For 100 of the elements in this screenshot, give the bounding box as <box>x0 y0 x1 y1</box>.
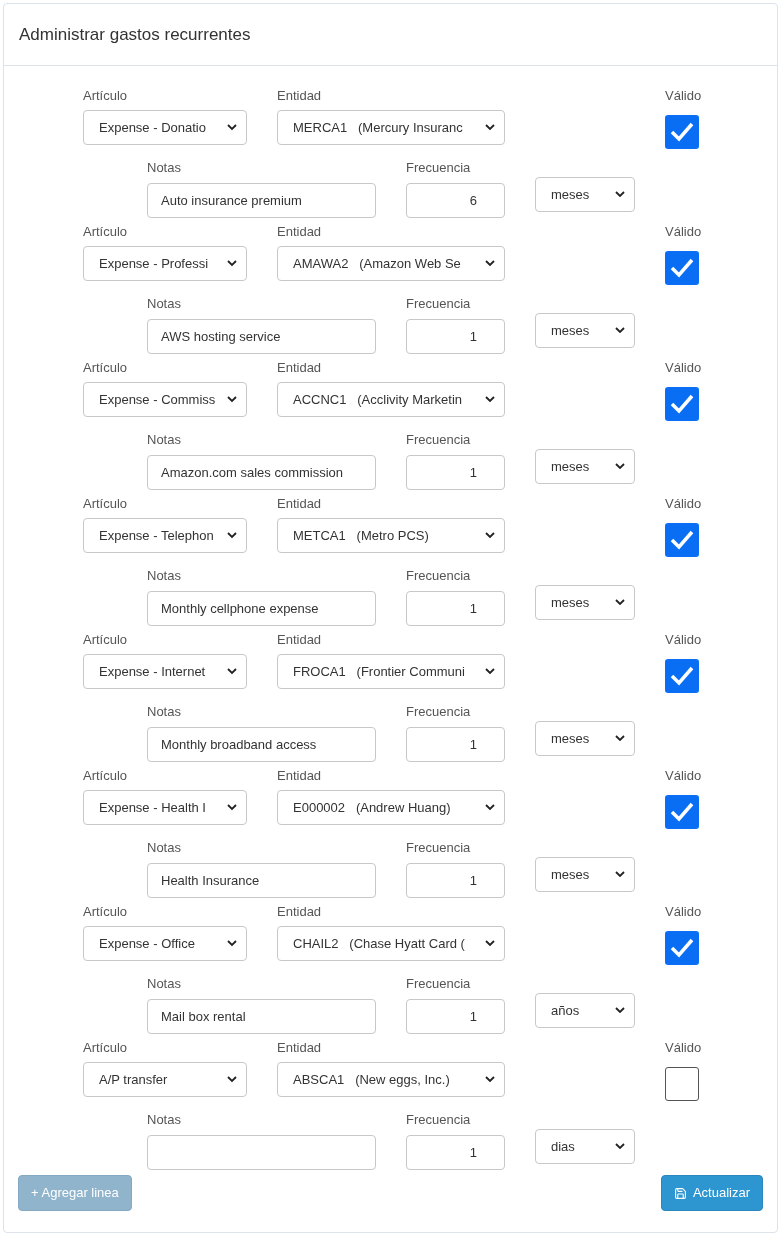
frequency-field[interactable]: 1 <box>406 727 505 762</box>
entity-select[interactable]: CHAIL2 (Chase Hyatt Card ( <box>277 926 505 961</box>
field-label: Artículo <box>83 87 128 105</box>
chevron-down-icon <box>485 804 495 811</box>
chevron-down-icon <box>227 532 237 539</box>
entity-select[interactable]: FROCA1 (Frontier Communi <box>277 654 505 689</box>
unit-select[interactable]: meses <box>535 721 635 756</box>
chevron-down-icon <box>615 735 625 742</box>
notes-field[interactable]: Health Insurance <box>147 863 376 898</box>
item-select[interactable]: Expense - Professi <box>83 246 247 281</box>
chevron-down-icon <box>485 532 495 539</box>
entity-select[interactable]: E000002 (Andrew Huang) <box>277 790 505 825</box>
field-label: Válido <box>665 223 702 241</box>
chevron-down-icon <box>615 1143 625 1150</box>
checkmark-icon <box>670 666 694 686</box>
field-label: Válido <box>665 495 702 513</box>
chevron-down-icon <box>485 668 495 675</box>
unit-select[interactable]: meses <box>535 585 635 620</box>
unit-select[interactable]: meses <box>535 449 635 484</box>
field-label: Entidad <box>277 1039 322 1057</box>
item-select[interactable]: Expense - Telephon <box>83 518 247 553</box>
valid-checkbox[interactable] <box>665 795 699 829</box>
notes-field[interactable]: Monthly broadband access <box>147 727 376 762</box>
valid-checkbox[interactable] <box>665 251 699 285</box>
notes-field[interactable]: AWS hosting service <box>147 319 376 354</box>
field-label: Frecuencia <box>406 159 471 177</box>
field-label: Entidad <box>277 87 322 105</box>
item-select[interactable]: A/P transfer <box>83 1062 247 1097</box>
checkmark-icon <box>670 122 694 142</box>
frequency-field[interactable]: 1 <box>406 455 505 490</box>
field-label: Notas <box>147 431 181 449</box>
field-label: Entidad <box>277 631 322 649</box>
field-label: Notas <box>147 703 181 721</box>
chevron-down-icon <box>227 940 237 947</box>
item-select[interactable]: Expense - Donatio <box>83 110 247 145</box>
field-label: Entidad <box>277 767 322 785</box>
chevron-down-icon <box>485 396 495 403</box>
frequency-field[interactable]: 1 <box>406 999 505 1034</box>
valid-checkbox[interactable] <box>665 387 699 421</box>
frequency-field[interactable]: 1 <box>406 1135 505 1170</box>
field-label: Artículo <box>83 1039 128 1057</box>
field-label: Válido <box>665 87 702 105</box>
item-select[interactable]: Expense - Internet <box>83 654 247 689</box>
field-label: Notas <box>147 159 181 177</box>
unit-select[interactable]: meses <box>535 177 635 212</box>
notes-field[interactable]: Auto insurance premium <box>147 183 376 218</box>
entity-select[interactable]: METCA1 (Metro PCS) <box>277 518 505 553</box>
field-label: Notas <box>147 295 181 313</box>
unit-select[interactable]: meses <box>535 313 635 348</box>
notes-field[interactable]: Amazon.com sales commission <box>147 455 376 490</box>
frequency-field[interactable]: 1 <box>406 319 505 354</box>
chevron-down-icon <box>485 940 495 947</box>
checkmark-icon <box>670 394 694 414</box>
field-label: Notas <box>147 839 181 857</box>
item-select[interactable]: Expense - Health I <box>83 790 247 825</box>
valid-checkbox[interactable] <box>665 523 699 557</box>
chevron-down-icon <box>615 191 625 198</box>
entity-select[interactable]: ABSCA1 (New eggs, Inc.) <box>277 1062 505 1097</box>
frequency-field[interactable]: 1 <box>406 591 505 626</box>
checkmark-icon <box>670 258 694 278</box>
item-select[interactable]: Expense - Commiss <box>83 382 247 417</box>
chevron-down-icon <box>227 396 237 403</box>
valid-checkbox[interactable] <box>665 1067 699 1101</box>
field-label: Frecuencia <box>406 975 471 993</box>
notes-field[interactable]: Mail box rental <box>147 999 376 1034</box>
field-label: Artículo <box>83 495 128 513</box>
field-label: Frecuencia <box>406 295 471 313</box>
entity-select[interactable]: MERCA1 (Mercury Insuranc <box>277 110 505 145</box>
chevron-down-icon <box>615 1007 625 1014</box>
item-select[interactable]: Expense - Office <box>83 926 247 961</box>
panel-title: Administrar gastos recurrentes <box>19 23 251 46</box>
field-label: Notas <box>147 975 181 993</box>
chevron-down-icon <box>485 124 495 131</box>
unit-select[interactable]: dias <box>535 1129 635 1164</box>
field-label: Entidad <box>277 495 322 513</box>
chevron-down-icon <box>227 668 237 675</box>
chevron-down-icon <box>227 124 237 131</box>
chevron-down-icon <box>615 599 625 606</box>
valid-checkbox[interactable] <box>665 115 699 149</box>
entity-select[interactable]: AMAWA2 (Amazon Web Se <box>277 246 505 281</box>
save-icon <box>673 1186 687 1200</box>
chevron-down-icon <box>615 871 625 878</box>
entity-select[interactable]: ACCNC1 (Acclivity Marketin <box>277 382 505 417</box>
valid-checkbox[interactable] <box>665 659 699 693</box>
valid-checkbox[interactable] <box>665 931 699 965</box>
chevron-down-icon <box>615 327 625 334</box>
field-label: Frecuencia <box>406 1111 471 1129</box>
chevron-down-icon <box>485 1076 495 1083</box>
unit-select[interactable]: meses <box>535 857 635 892</box>
notes-field[interactable]: Monthly cellphone expense <box>147 591 376 626</box>
field-label: Entidad <box>277 903 322 921</box>
unit-select[interactable]: años <box>535 993 635 1028</box>
field-label: Entidad <box>277 223 322 241</box>
notes-field[interactable] <box>147 1135 376 1170</box>
field-label: Frecuencia <box>406 703 471 721</box>
field-label: Válido <box>665 359 702 377</box>
frequency-field[interactable]: 6 <box>406 183 505 218</box>
chevron-down-icon <box>227 1076 237 1083</box>
frequency-field[interactable]: 1 <box>406 863 505 898</box>
field-label: Frecuencia <box>406 431 471 449</box>
